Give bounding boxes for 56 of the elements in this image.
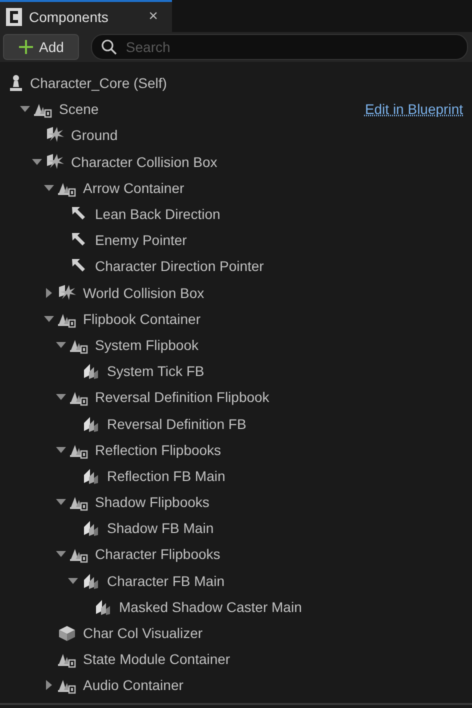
tree-item[interactable]: Enemy Pointer <box>95 232 187 248</box>
expanded-caret-icon[interactable] <box>56 393 66 402</box>
tree-item[interactable]: Audio Container <box>83 677 184 694</box>
cube-icon <box>57 624 77 642</box>
tree-item[interactable]: Char Col Visualizer <box>83 625 203 642</box>
sprite-icon <box>81 414 101 433</box>
tree-item[interactable]: Character_Core (Self) <box>30 75 167 92</box>
expanded-caret-icon[interactable] <box>56 550 66 558</box>
sprite-icon <box>81 572 101 590</box>
sprite-icon <box>81 466 101 485</box>
search-icon <box>100 39 117 55</box>
sprite-icon <box>93 598 113 616</box>
components-logo-icon <box>6 8 22 26</box>
tree-item[interactable]: Flipbook Container <box>83 310 201 327</box>
expanded-caret-icon[interactable] <box>56 446 66 454</box>
collapsed-caret-icon[interactable] <box>45 680 53 690</box>
expanded-caret-icon[interactable] <box>44 184 54 192</box>
tree-item[interactable]: Lean Back Direction <box>95 206 220 222</box>
tree-item[interactable]: Shadow FB Main <box>107 520 214 536</box>
tree-item[interactable]: Reflection Flipbooks <box>95 442 222 458</box>
pawn-icon <box>8 74 24 92</box>
expanded-caret-icon[interactable] <box>20 105 30 114</box>
tree-item[interactable]: System Flipbook <box>95 336 198 353</box>
tree-item[interactable]: Reversal Definition Flipbook <box>95 389 270 406</box>
add-button[interactable]: Add <box>3 34 79 60</box>
expanded-caret-icon[interactable] <box>32 158 42 166</box>
sprite-icon <box>81 519 101 538</box>
edit-in-blueprint-link[interactable]: Edit in Blueprint <box>364 101 463 118</box>
tree-item[interactable]: Arrow Container <box>83 180 184 196</box>
search-field[interactable]: Search <box>90 34 468 60</box>
tree-item[interactable]: Character FB Main <box>107 572 224 589</box>
tab-title: Components <box>29 9 110 25</box>
tree-item[interactable]: Character Direction Pointer <box>95 258 264 274</box>
tree-item[interactable]: Shadow Flipbooks <box>95 494 210 510</box>
collision-icon <box>45 126 65 144</box>
components-tab[interactable]: Components × <box>0 0 172 32</box>
plus-icon <box>19 40 33 54</box>
tree-item[interactable]: Character Collision Box <box>71 154 218 170</box>
tree-item[interactable]: Ground <box>71 127 118 144</box>
expanded-caret-icon[interactable] <box>56 498 66 506</box>
collision-icon <box>57 284 77 302</box>
expanded-caret-icon[interactable] <box>44 314 54 323</box>
tree-item[interactable]: Character Flipbooks <box>95 546 220 562</box>
tree-item[interactable]: Scene <box>59 101 99 118</box>
collision-icon <box>45 152 65 171</box>
tree-item[interactable]: World Collision Box <box>83 284 204 301</box>
sprite-icon <box>81 362 101 380</box>
tree-item[interactable]: Reflection FB Main <box>107 468 226 484</box>
tree-item[interactable]: Reversal Definition FB <box>107 416 246 432</box>
tree-item[interactable]: Masked Shadow Caster Main <box>119 598 302 615</box>
close-tab-button[interactable]: × <box>140 8 166 26</box>
expanded-caret-icon[interactable] <box>68 576 78 585</box>
tree-item[interactable]: State Module Container <box>83 651 230 668</box>
collapsed-caret-icon[interactable] <box>45 288 53 298</box>
expanded-caret-icon[interactable] <box>56 340 66 349</box>
tree-item[interactable]: System Tick FB <box>107 363 204 380</box>
